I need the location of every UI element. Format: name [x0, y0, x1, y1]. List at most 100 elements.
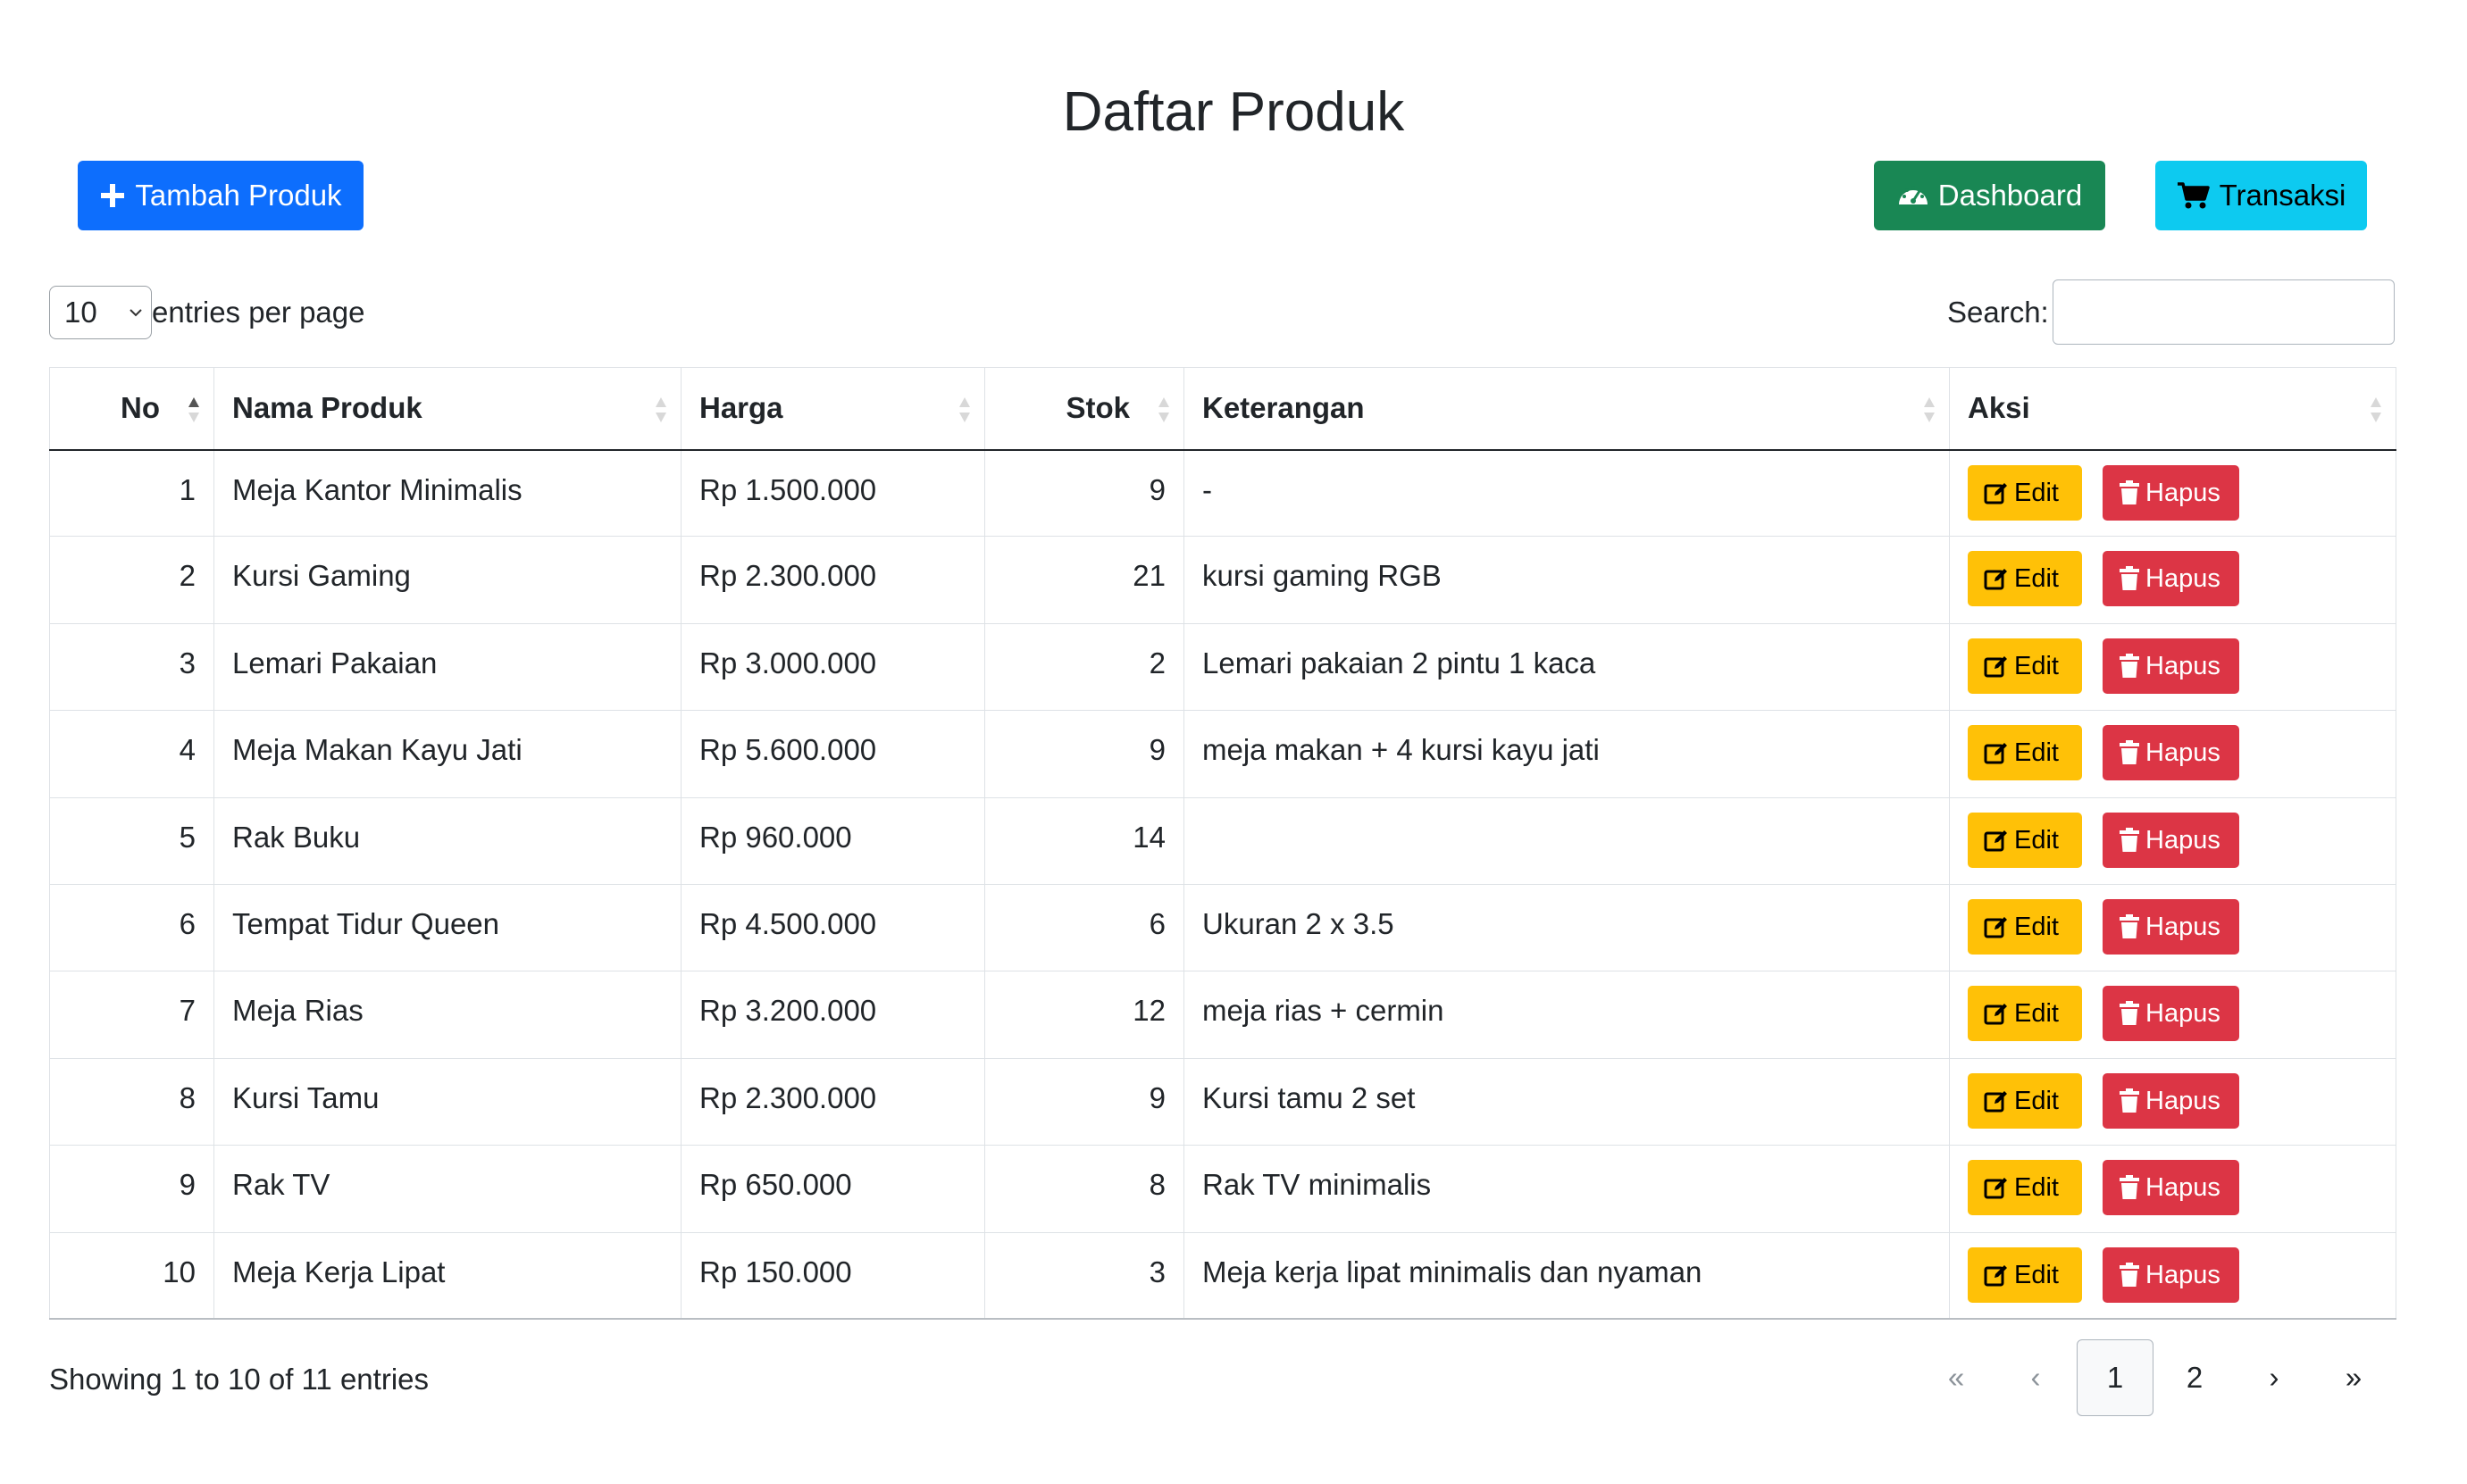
cell-no: 1 — [49, 449, 214, 538]
sort-icon — [2371, 397, 2381, 422]
cell-nama-produk: Meja Makan Kayu Jati — [213, 710, 682, 798]
edit-label: Edit — [2014, 564, 2059, 594]
edit-button[interactable]: Edit — [1968, 986, 2082, 1042]
edit-button[interactable]: Edit — [1968, 1072, 2082, 1129]
add-product-label: Tambah Produk — [135, 179, 342, 212]
delete-button[interactable]: Hapus — [2103, 1072, 2239, 1129]
edit-label: Edit — [2014, 1173, 2059, 1203]
delete-button[interactable]: Hapus — [2103, 898, 2239, 955]
search-input[interactable] — [2053, 279, 2395, 345]
delete-button[interactable]: Hapus — [2103, 1246, 2239, 1303]
edit-button[interactable]: Edit — [1968, 1246, 2082, 1303]
table-row: 8 Kursi Tamu Rp 2.300.000 9 Kursi tamu 2 set… — [49, 1058, 2396, 1146]
edit-icon — [1984, 1178, 2007, 1199]
column-header-keterangan[interactable]: Keterangan — [1183, 367, 1950, 451]
cell-harga: Rp 2.300.000 — [681, 536, 985, 624]
table-row: 1 Meja Kantor Minimalis Rp 1.500.000 9- Edit… — [49, 449, 2396, 538]
cell-nama-produk: Tempat Tidur Queen — [213, 884, 682, 972]
first-page-button[interactable]: « — [1918, 1339, 1995, 1416]
table-row: 9 Rak TV Rp 650.000 8 Rak TV minimalis Edit Ha… — [49, 1145, 2396, 1233]
column-header-aksi[interactable]: Aksi — [1949, 367, 2396, 451]
cell-keterangan: - — [1183, 449, 1950, 538]
page-title: Daftar Produk — [1062, 81, 1405, 143]
delete-label: Hapus — [2145, 825, 2220, 855]
page-2-button[interactable]: 2 — [2156, 1339, 2233, 1416]
transaksi-label: Transaksi — [2219, 179, 2346, 212]
edit-label: Edit — [2014, 651, 2059, 680]
delete-button[interactable]: Hapus — [2103, 725, 2239, 781]
edit-label: Edit — [2014, 1260, 2059, 1289]
last-page-button[interactable]: » — [2315, 1339, 2392, 1416]
cell-stok: 9 — [984, 449, 1184, 538]
cell-aksi: Edit Hapus — [1949, 536, 2396, 624]
trash-icon — [2120, 653, 2139, 678]
column-header-no[interactable]: No — [49, 367, 214, 451]
edit-icon — [1984, 916, 2007, 938]
table-row: 2 Kursi Gaming Rp 2.300.000 21 kursi gaming … — [49, 536, 2396, 624]
edit-button[interactable]: Edit — [1968, 1160, 2082, 1216]
cell-nama-produk: Rak TV — [213, 1145, 682, 1233]
dashboard-button[interactable]: Dashboard — [1874, 161, 2105, 230]
delete-button[interactable]: Hapus — [2103, 551, 2239, 607]
cell-stok: 9 — [984, 1058, 1184, 1146]
cell-keterangan: Ukuran 2 x 3.5 — [1183, 884, 1950, 972]
page-1-button[interactable]: 1 — [2077, 1339, 2153, 1416]
dashboard-label: Dashboard — [1937, 179, 2083, 212]
edit-button[interactable]: Edit — [1968, 464, 2082, 521]
cell-aksi: Edit Hapus — [1949, 1232, 2396, 1321]
column-header-stok[interactable]: Stok — [984, 367, 1184, 451]
cell-stok: 21 — [984, 536, 1184, 624]
trash-icon — [2120, 1088, 2139, 1113]
column-header-nama[interactable]: Nama Produk — [213, 367, 682, 451]
cell-no: 9 — [49, 1145, 214, 1233]
delete-label: Hapus — [2145, 564, 2220, 594]
cell-no: 8 — [49, 1058, 214, 1146]
sort-icon — [1924, 397, 1935, 422]
add-product-button[interactable]: Tambah Produk — [78, 161, 364, 230]
trash-icon — [2120, 740, 2139, 765]
trash-icon — [2120, 913, 2139, 938]
delete-button[interactable]: Hapus — [2103, 464, 2239, 521]
delete-button[interactable]: Hapus — [2103, 812, 2239, 868]
cell-harga: Rp 4.500.000 — [681, 884, 985, 972]
sort-icon — [656, 397, 666, 422]
sort-icon — [1158, 397, 1169, 422]
edit-icon — [1984, 743, 2007, 764]
delete-label: Hapus — [2145, 999, 2220, 1029]
cell-harga: Rp 5.600.000 — [681, 710, 985, 798]
delete-label: Hapus — [2145, 1086, 2220, 1115]
cell-no: 2 — [49, 536, 214, 624]
edit-button[interactable]: Edit — [1968, 812, 2082, 868]
previous-page-button[interactable]: ‹ — [1997, 1339, 2074, 1416]
trash-icon — [2120, 827, 2139, 852]
delete-button[interactable]: Hapus — [2103, 986, 2239, 1042]
delete-button[interactable]: Hapus — [2103, 1160, 2239, 1216]
cell-keterangan: meja rias + cermin — [1183, 971, 1950, 1059]
cell-no: 6 — [49, 884, 214, 972]
delete-button[interactable]: Hapus — [2103, 638, 2239, 694]
edit-button[interactable]: Edit — [1968, 551, 2082, 607]
edit-label: Edit — [2014, 738, 2059, 768]
edit-button[interactable]: Edit — [1968, 638, 2082, 694]
cell-aksi: Edit Hapus — [1949, 623, 2396, 712]
cell-no: 7 — [49, 971, 214, 1059]
trash-icon — [2120, 1175, 2139, 1200]
cell-aksi: Edit Hapus — [1949, 710, 2396, 798]
cell-harga: Rp 150.000 — [681, 1232, 985, 1321]
sort-icon — [959, 397, 970, 422]
edit-button[interactable]: Edit — [1968, 898, 2082, 955]
edit-label: Edit — [2014, 478, 2059, 507]
edit-button[interactable]: Edit — [1968, 725, 2082, 781]
cell-stok: 8 — [984, 1145, 1184, 1233]
transaksi-button[interactable]: Transaksi — [2155, 161, 2367, 230]
cell-keterangan — [1183, 797, 1950, 885]
edit-icon — [1984, 1004, 2007, 1025]
column-header-harga[interactable]: Harga — [681, 367, 985, 451]
next-page-button[interactable]: › — [2236, 1339, 2312, 1416]
trash-icon — [2120, 1262, 2139, 1287]
cell-stok: 9 — [984, 710, 1184, 798]
entries-per-page-select[interactable]: 10 — [49, 286, 152, 339]
edit-label: Edit — [2014, 999, 2059, 1029]
edit-label: Edit — [2014, 1086, 2059, 1115]
plus-icon — [101, 184, 125, 207]
